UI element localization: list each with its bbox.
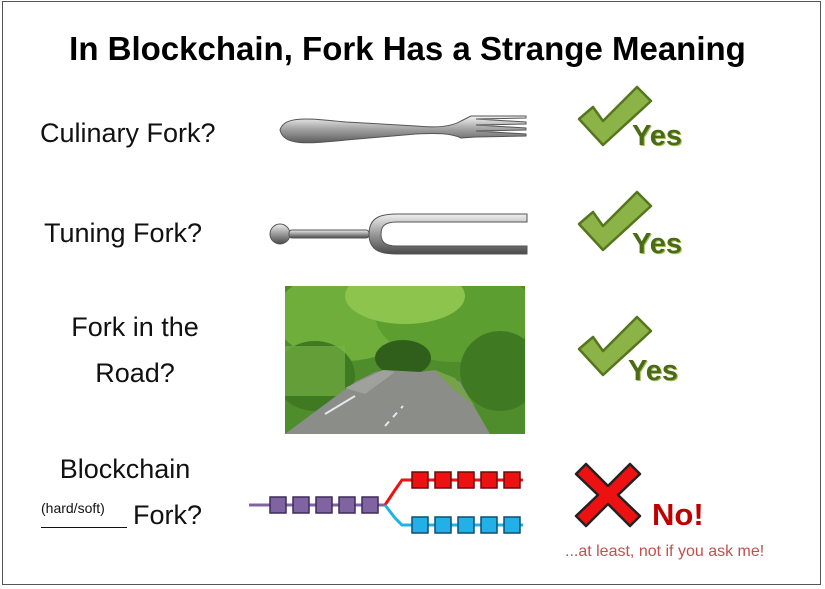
- main-chain-block: [292, 496, 310, 514]
- blockchain-fork-question-line2: Fork?: [133, 500, 203, 530]
- blue-branch-block: [457, 516, 475, 534]
- blockchain-fork-question-line1: Blockchain: [59, 454, 191, 484]
- answer-yes-3: Yes: [628, 355, 678, 387]
- main-chain-block: [315, 496, 333, 514]
- red-branch-block: [411, 471, 429, 489]
- red-branch-block: [480, 471, 498, 489]
- red-branch-block: [457, 471, 475, 489]
- blue-branch-block: [411, 516, 429, 534]
- blockchain-fork-diagram: [245, 462, 530, 547]
- culinary-fork-question: Culinary Fork?: [40, 118, 216, 148]
- blue-branch-block: [480, 516, 498, 534]
- footnote: ...at least, not if you ask me!: [565, 543, 765, 560]
- blue-branch-block: [503, 516, 521, 534]
- road-fork-photo: [275, 266, 540, 439]
- main-chain-block: [269, 496, 287, 514]
- main-chain-block: [338, 496, 356, 514]
- answer-yes-1: Yes: [632, 120, 682, 152]
- cross-icon: [572, 460, 644, 535]
- red-branch-block: [503, 471, 521, 489]
- tuning-fork-image: [265, 208, 540, 263]
- red-branch-link: [383, 478, 523, 506]
- main-chain-block: [361, 496, 379, 514]
- fork-qualifier: (hard/soft): [41, 500, 105, 516]
- road-fork-question-line2: Road?: [95, 358, 175, 388]
- answer-yes-2: Yes: [632, 228, 682, 260]
- tuning-fork-question: Tuning Fork?: [44, 218, 203, 248]
- red-branch-block: [434, 471, 452, 489]
- blue-branch-link: [383, 504, 523, 527]
- slide-title: In Blockchain, Fork Has a Strange Meanin…: [69, 30, 746, 67]
- qualifier-underline: [41, 527, 127, 528]
- road-fork-question-line1: Fork in the: [71, 312, 199, 342]
- culinary-fork-image: [276, 108, 536, 158]
- answer-no: No!: [652, 497, 704, 532]
- blue-branch-block: [434, 516, 452, 534]
